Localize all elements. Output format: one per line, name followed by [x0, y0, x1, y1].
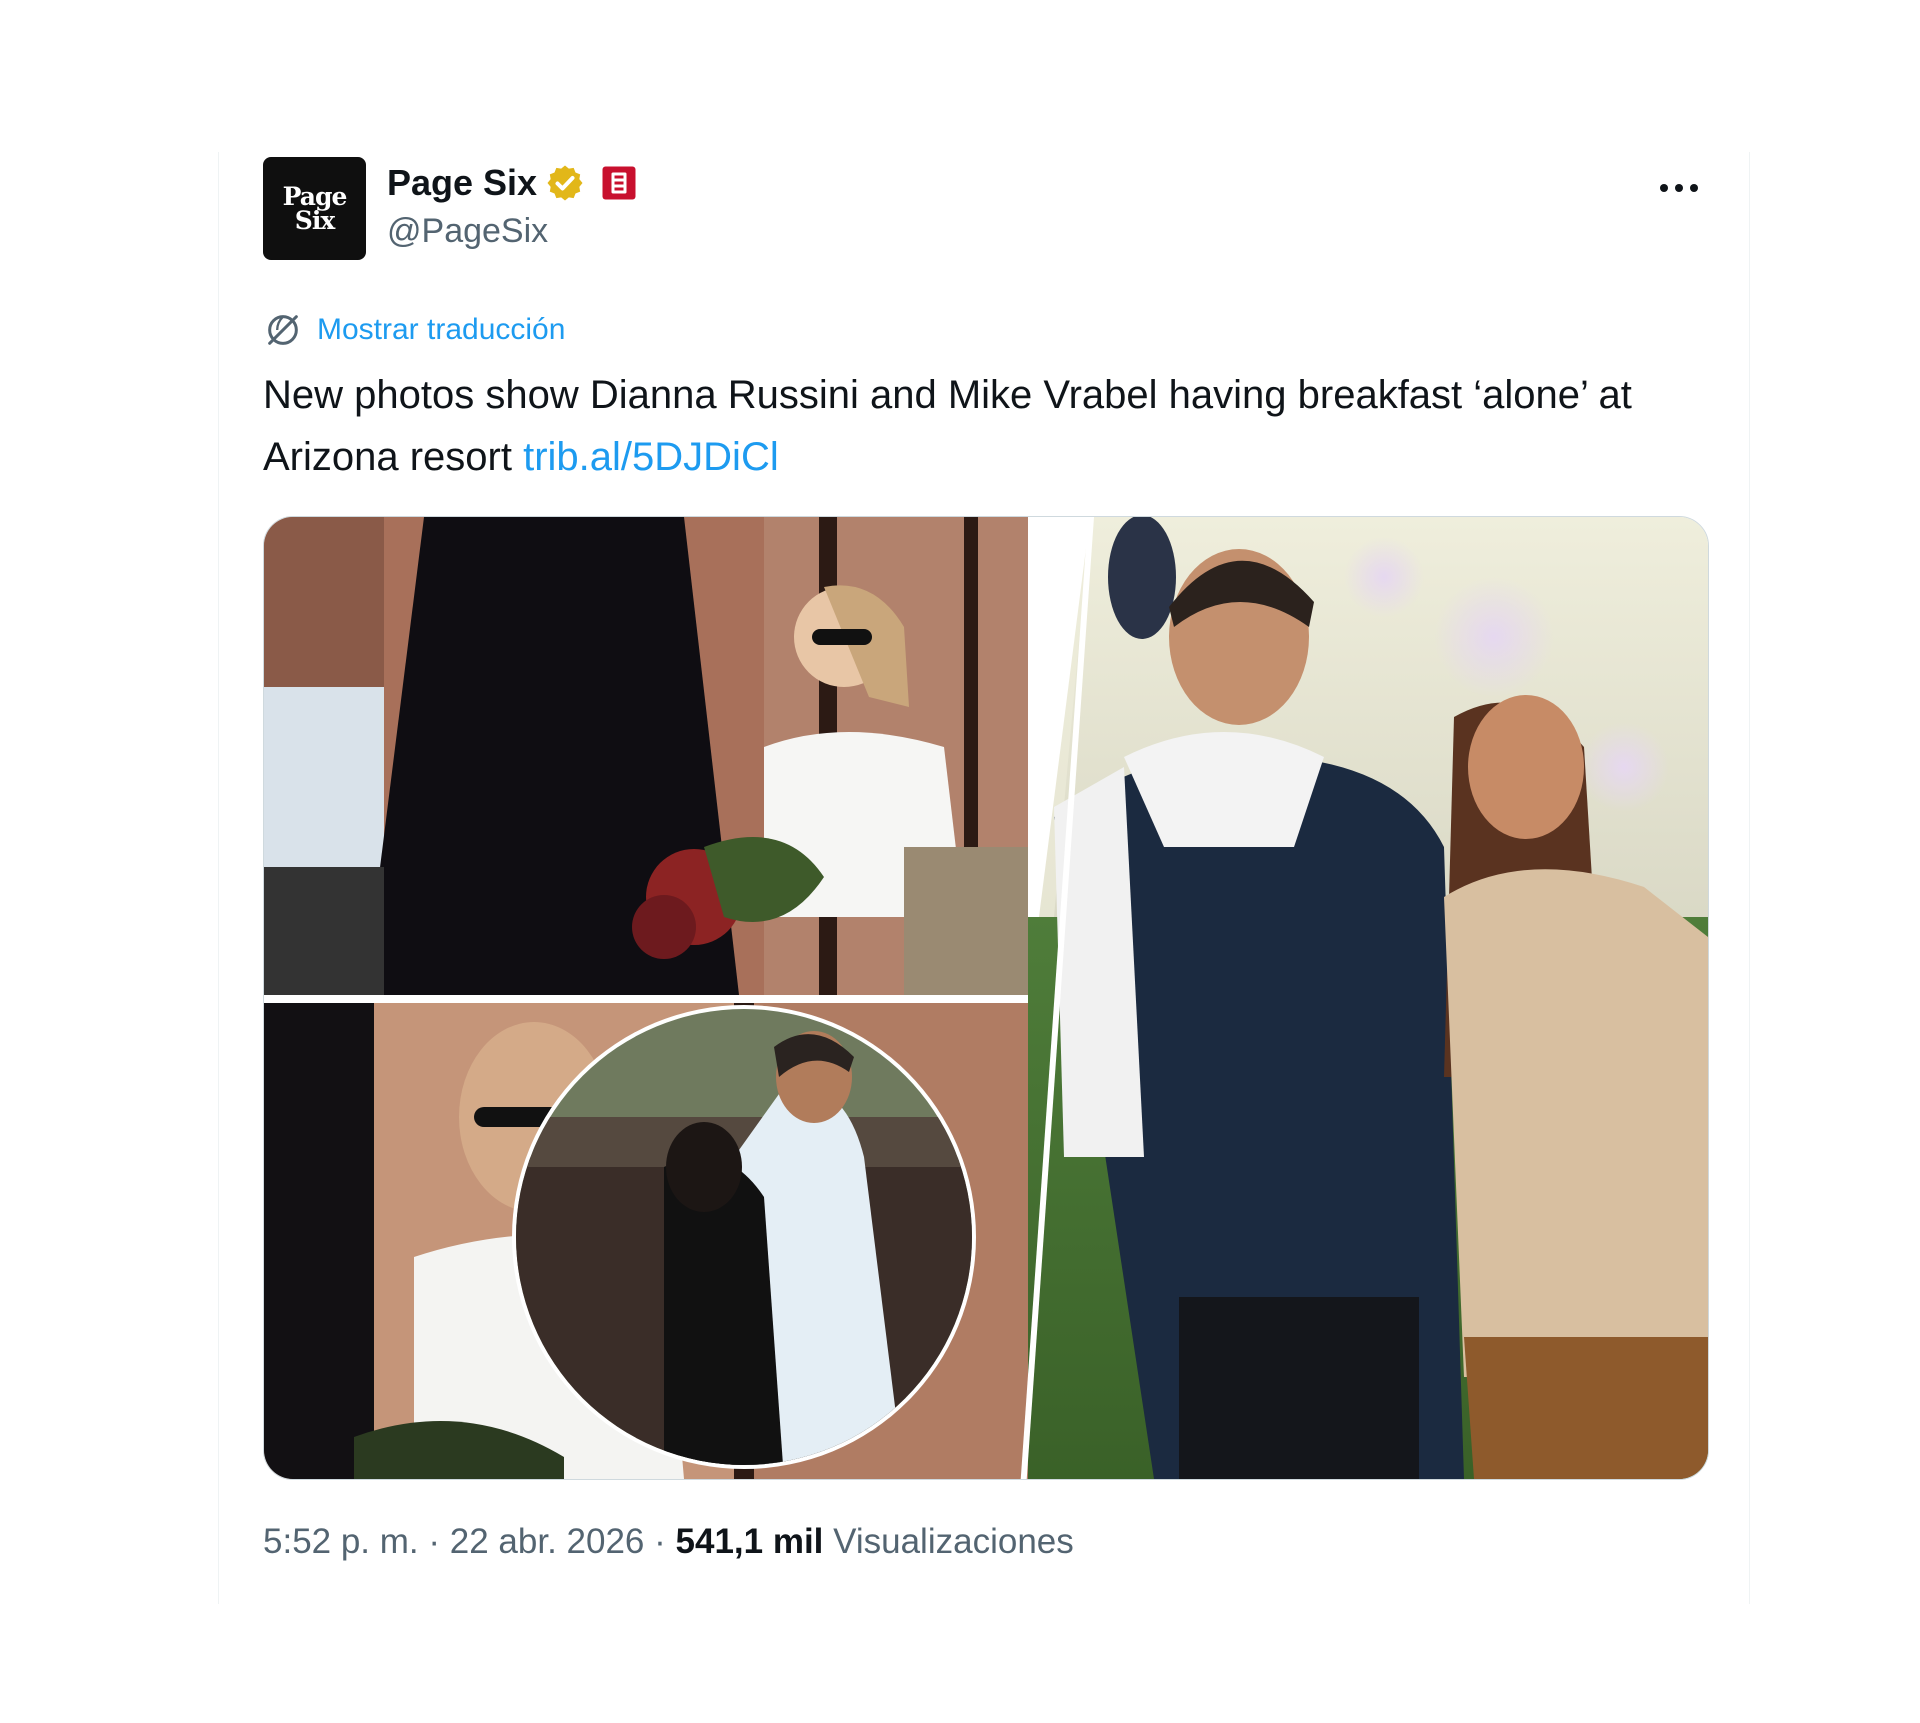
views-label[interactable]: Visualizaciones — [833, 1522, 1074, 1562]
globe-icon — [268, 315, 298, 345]
tweet-time[interactable]: 5:52 p. m. — [263, 1522, 419, 1562]
translate-label: Mostrar traducción — [317, 313, 566, 346]
verified-badge-icon[interactable] — [545, 163, 585, 203]
tweet-date[interactable]: 22 abr. 2026 — [450, 1522, 645, 1562]
avatar-logo: Page Six — [282, 181, 348, 235]
tweet-card: Page Six Page Six @PageSix Mostrar tradu… — [218, 152, 1750, 1604]
tweet-link[interactable]: trib.al/5DJDiCl — [523, 435, 779, 479]
views-count[interactable]: 541,1 mil — [676, 1522, 824, 1562]
author-display-name[interactable]: Page Six — [387, 162, 537, 204]
tweet-media-collage[interactable] — [263, 516, 1709, 1480]
meta-separator: · — [654, 1522, 666, 1561]
show-translation-button[interactable]: Mostrar traducción — [263, 310, 565, 350]
tweet-text: New photos show Dianna Russini and Mike … — [263, 364, 1703, 488]
author-avatar[interactable]: Page Six — [263, 157, 366, 260]
tweet-body: New photos show Dianna Russini and Mike … — [263, 373, 1632, 479]
tweet-meta-row: 5:52 p. m. · 22 abr. 2026 · 541,1 mil Vi… — [263, 1522, 1074, 1562]
meta-separator: · — [428, 1522, 441, 1561]
affiliate-badge-icon[interactable] — [601, 165, 637, 201]
author-handle[interactable]: @PageSix — [387, 212, 548, 251]
more-options-icon[interactable] — [1654, 170, 1704, 206]
photo-couple-tent — [1028, 517, 1708, 1479]
photo-restaurant-top — [264, 517, 1028, 995]
author-name-row: Page Six — [387, 162, 637, 204]
